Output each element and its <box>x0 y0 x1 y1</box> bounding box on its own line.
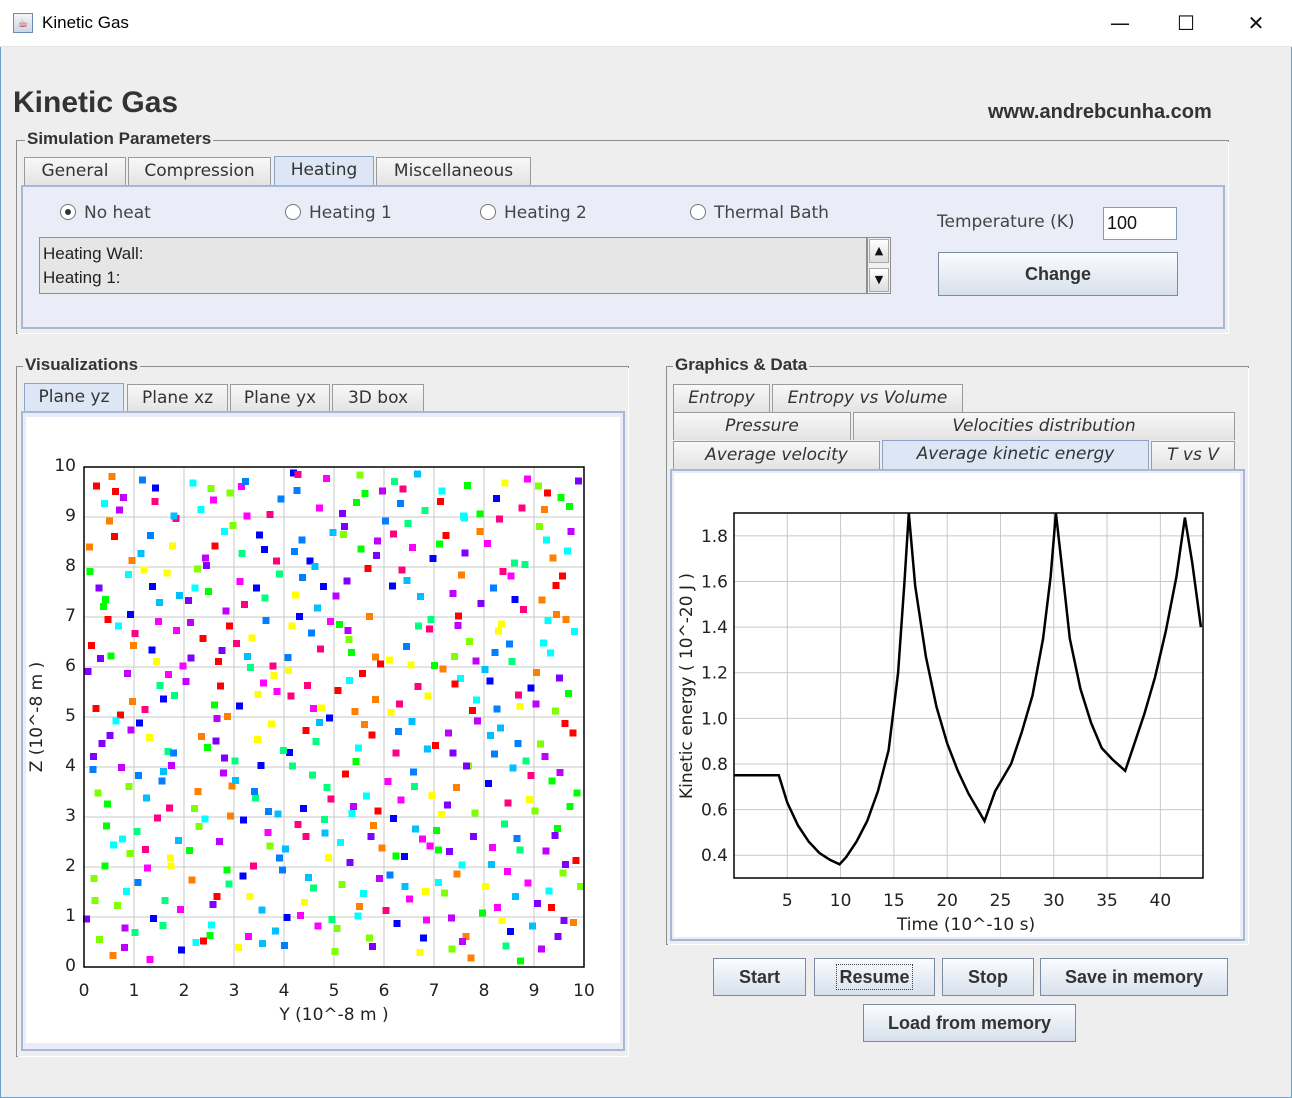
line-x-tick-label: 35 <box>1096 891 1118 911</box>
line-y-tick-label: 1.2 <box>701 664 728 684</box>
line-y-tick-label: 1.8 <box>701 527 728 547</box>
stop-button[interactable]: Stop <box>942 958 1034 996</box>
line-y-tick-label: 1.0 <box>701 709 728 729</box>
line-x-tick-label: 30 <box>1043 891 1065 911</box>
line-y-axis-label: Kinetic energy ( 10^-20 J ) <box>677 573 697 799</box>
kinetic-energy-series-line <box>734 512 1203 866</box>
line-x-tick-label: 20 <box>936 891 958 911</box>
line-x-tick-label: 40 <box>1150 891 1172 911</box>
line-x-tick-label: 15 <box>883 891 905 911</box>
line-y-tick-label: 0.8 <box>701 755 728 775</box>
resume-button-label: Resume <box>836 964 913 990</box>
line-y-tick-label: 0.6 <box>701 801 728 821</box>
line-y-tick-label: 1.6 <box>701 572 728 592</box>
resume-button[interactable]: Resume <box>814 958 935 996</box>
load-from-memory-button[interactable]: Load from memory <box>863 1004 1076 1042</box>
line-x-tick-label: 5 <box>782 891 793 911</box>
line-y-tick-label: 0.4 <box>701 846 728 866</box>
kinetic-energy-chart: 5 10 15 20 25 30 35 400.40.60.81.01.21.41.61.8 … <box>677 512 1204 935</box>
line-ticks: 5 10 15 20 25 30 35 40 0.4 0.6 0.8 1.0 1.2 1.4 1.6 1.8 <box>701 527 1171 911</box>
line-grid <box>734 513 1203 878</box>
line-x-tick-label: 10 <box>830 891 852 911</box>
line-x-tick-label: 25 <box>990 891 1012 911</box>
start-button[interactable]: Start <box>713 958 806 996</box>
save-in-memory-button[interactable]: Save in memory <box>1040 958 1228 996</box>
line-frame <box>733 512 1204 879</box>
line-y-tick-label: 1.4 <box>701 618 728 638</box>
line-x-axis-label: Time (10^-10 s) <box>896 915 1035 935</box>
